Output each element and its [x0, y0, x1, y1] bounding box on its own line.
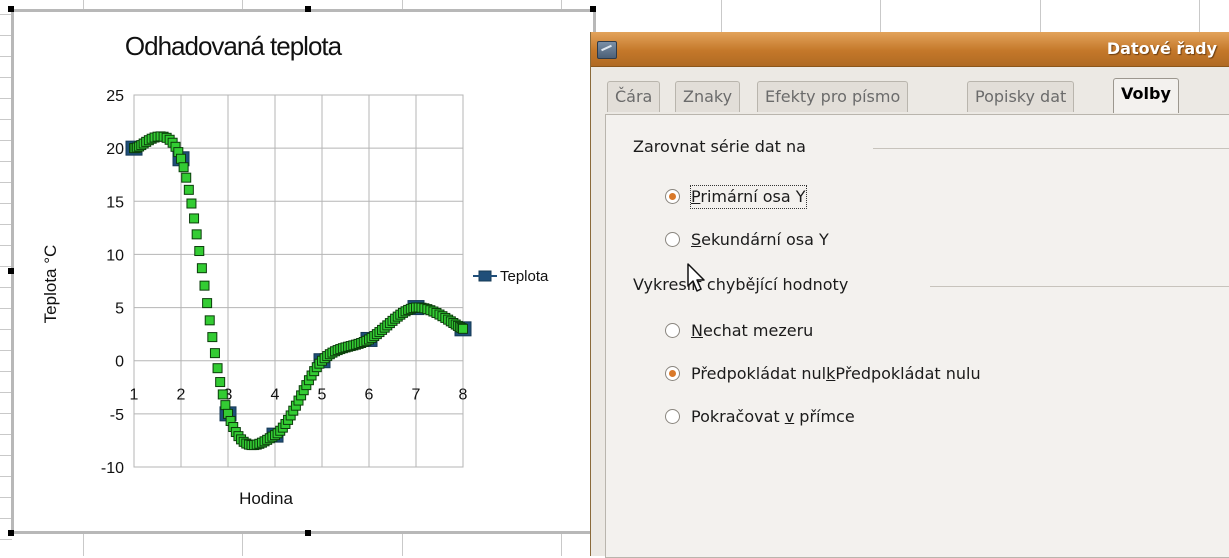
plot-border: [133, 94, 464, 468]
align-series-heading: Zarovnat série dat na: [633, 137, 806, 156]
radio-label: Primární osa Y: [690, 185, 807, 209]
y-tick-label: 0: [115, 354, 124, 371]
dialog-title: Datové řady: [1106, 39, 1217, 58]
radio-label: Nechat mezeru: [691, 320, 813, 342]
curve-marker: [196, 263, 207, 274]
tab-data-labels[interactable]: Popisky dat: [967, 81, 1075, 112]
radio-label: Pokračovat v přímce: [691, 406, 855, 428]
options-panel: Zarovnat série dat na Primární osa Y Sek…: [605, 114, 1229, 558]
radio-button[interactable]: [665, 189, 680, 204]
curve-marker: [207, 332, 218, 343]
app-icon[interactable]: [597, 41, 617, 59]
radio-label: Sekundární osa Y: [691, 229, 829, 251]
y-tick-label: -10: [101, 460, 124, 477]
curve-marker: [178, 162, 189, 173]
curve-marker: [199, 280, 210, 291]
x-tick-label: 6: [365, 387, 374, 404]
x-tick-label: 8: [459, 387, 468, 404]
selection-handle[interactable]: [8, 6, 14, 12]
sheet-row-line: [0, 539, 12, 540]
plot-missing-values-heading: Vykreslit chybějící hodnoty: [633, 275, 849, 294]
chart-title: Odhadovaná teplota: [125, 31, 343, 61]
curve-marker: [194, 246, 205, 257]
curve-marker: [183, 184, 194, 195]
curve-marker: [217, 389, 228, 400]
tab-font-effects[interactable]: Efekty pro písmo: [757, 81, 909, 112]
y-axis-label: Teplota °C: [41, 245, 60, 324]
mnemonic: N: [691, 321, 703, 340]
mnemonic: P: [691, 187, 701, 206]
x-tick-label: 4: [271, 387, 280, 404]
mnemonic: k: [826, 364, 836, 383]
tab-line[interactable]: Čára: [607, 81, 661, 112]
mnemonic: S: [691, 230, 702, 249]
curve-marker: [186, 198, 197, 209]
radio-label-rest: echat mezeru: [702, 321, 814, 340]
radio-label-part1: Pokračovat: [691, 407, 785, 426]
curve-marker: [181, 172, 192, 183]
radio-button[interactable]: [665, 366, 680, 381]
selection-handle[interactable]: [305, 530, 311, 536]
curve-marker: [212, 363, 223, 374]
selection-handle[interactable]: [8, 268, 14, 274]
mouse-pointer-icon: [687, 263, 705, 292]
y-tick-label: 20: [106, 141, 124, 158]
x-tick-label: 1: [130, 387, 139, 404]
y-tick-label: -5: [110, 407, 124, 424]
curve-marker: [176, 153, 186, 164]
x-tick-label: 7: [412, 387, 421, 404]
selection-handle[interactable]: [590, 6, 596, 12]
chart-object[interactable]: Odhadovaná teplota -10 -5 0 5 10 15 20 25 1 2 3 4 5 6…: [11, 9, 596, 534]
data-series-dialog: Datové řady Čára Znaky Efekty pro písmo …: [590, 32, 1229, 558]
y-tick-label: 10: [106, 247, 124, 264]
x-axis-label: Hodina: [239, 489, 293, 508]
curve-marker: [202, 298, 213, 309]
curve-marker: [209, 348, 220, 359]
curve-marker: [458, 323, 468, 334]
radio-label-rest: ekundární osa Y: [701, 230, 829, 249]
tab-options[interactable]: Volby: [1113, 78, 1179, 113]
curve-marker: [220, 400, 231, 411]
dialog-titlebar[interactable]: Datové řady: [591, 32, 1229, 67]
chart-canvas: Odhadovaná teplota -10-505101520251 2 3 4 5 6…: [41, 31, 549, 508]
x-tick-label: 5: [318, 387, 327, 404]
curve-marker: [204, 315, 215, 326]
y-tick-label: 15: [106, 194, 124, 211]
radio-button[interactable]: [665, 409, 680, 424]
y-tick-label: 25: [106, 88, 124, 105]
radio-button[interactable]: [665, 323, 680, 338]
legend-label: Teplota: [500, 268, 549, 285]
selection-handle[interactable]: [305, 6, 311, 12]
radio-label-part1: Předpokládat nul: [691, 364, 827, 383]
radio-label: Předpokládat nulkPředpokládat nulu: [691, 363, 981, 385]
curve-marker: [189, 213, 200, 224]
radio-button[interactable]: [665, 232, 680, 247]
x-tick-label: 2: [177, 387, 186, 404]
mnemonic: v: [784, 407, 795, 426]
radio-label-part2: Předpokládat nulu: [835, 364, 981, 383]
separator: [873, 148, 1229, 149]
tab-symbols[interactable]: Znaky: [675, 81, 741, 112]
selection-handle[interactable]: [8, 530, 14, 536]
separator: [930, 286, 1229, 287]
y-tick-label: 5: [115, 301, 124, 318]
curve-marker: [191, 229, 202, 240]
curve-marker: [215, 377, 226, 388]
plot-area: -10-505101520251 2 3 4 5 6 7 8: [101, 88, 472, 477]
radio-label-rest: rimární osa Y: [700, 187, 806, 206]
radio-label-part2: přímce: [794, 407, 855, 426]
